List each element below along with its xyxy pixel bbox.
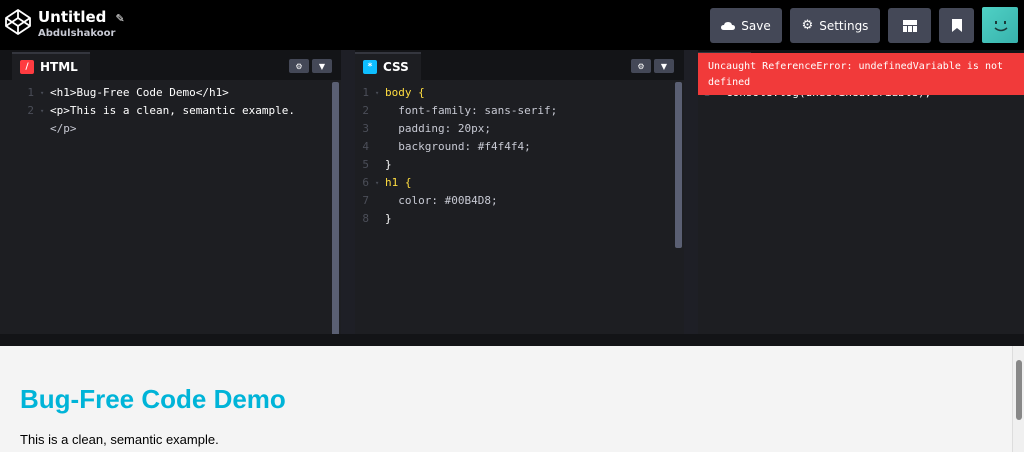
- html-code[interactable]: 1 ▾ <h1>Bug-Free Code Demo</h1> 2 ▾ <p>This …: [0, 84, 295, 138]
- avatar-face-icon: [994, 21, 1008, 32]
- code-line: 1 ▾ <h1>Bug-Free Code Demo</h1>: [0, 84, 295, 102]
- bookmark-icon: [951, 19, 962, 32]
- code-line: 2 ▾ <p>This is a clean, semantic example.: [0, 102, 295, 120]
- css-settings-button[interactable]: ⚙: [631, 59, 651, 73]
- fold-arrow-icon[interactable]: ▾: [40, 84, 50, 102]
- code-line: 1 ▾ body {: [335, 84, 557, 102]
- html-settings-button[interactable]: ⚙: [289, 59, 309, 73]
- preview-scrollbar[interactable]: [1012, 346, 1024, 452]
- preview-paragraph: This is a clean, semantic example.: [20, 432, 219, 447]
- chevron-down-icon: ▼: [318, 61, 326, 71]
- save-label: Save: [741, 18, 771, 33]
- author-name[interactable]: Abdulshakoor: [38, 28, 125, 39]
- code-line: 7 color: #00B4D8;: [362, 194, 498, 207]
- chevron-down-icon: ▼: [660, 61, 668, 71]
- html-tab-bar: / HTML ⚙ ▼: [0, 50, 341, 80]
- avatar[interactable]: [982, 7, 1018, 43]
- html-collapse-button[interactable]: ▼: [312, 59, 332, 73]
- code-line: 8}: [362, 212, 392, 225]
- bookmark-button[interactable]: [939, 8, 974, 43]
- codepen-logo-icon[interactable]: [4, 8, 32, 36]
- html-editor-panel: / HTML ⚙ ▼ 1 ▾ <h1>Bug-Free Code Demo</h1>…: [0, 50, 341, 348]
- css-tab-label: CSS: [383, 60, 409, 74]
- save-button[interactable]: Save: [710, 8, 782, 43]
- change-view-button[interactable]: [888, 8, 931, 43]
- code-line: 5}: [362, 158, 392, 171]
- css-tab[interactable]: * CSS: [355, 52, 421, 80]
- settings-label: Settings: [819, 18, 869, 33]
- settings-button[interactable]: ⚙ Settings: [790, 8, 880, 43]
- code-line: 6 ▾ h1 {: [335, 174, 557, 192]
- code-line: </p>: [50, 122, 77, 135]
- css-badge-icon: *: [363, 60, 377, 74]
- top-bar: Untitled ✎ Abdulshakoor Save ⚙ Settings: [0, 0, 1024, 50]
- fold-arrow-icon[interactable]: ▾: [375, 84, 385, 102]
- gear-icon: ⚙: [637, 61, 645, 71]
- preview-pane: Bug-Free Code Demo This is a clean, sema…: [0, 346, 1024, 452]
- preview-resize-handle[interactable]: [0, 334, 1024, 346]
- html-badge-icon: /: [20, 60, 34, 74]
- gear-icon: ⚙: [295, 61, 303, 71]
- fold-arrow-icon[interactable]: ▾: [40, 102, 50, 120]
- html-tab-label: HTML: [40, 60, 78, 74]
- css-editor-panel: * CSS ⚙ ▼ 1 ▾ body { 2 font-family: sans-s…: [355, 50, 684, 334]
- code-line: 2 font-family: sans-serif;: [362, 104, 558, 117]
- js-error-banner: Uncaught ReferenceError: undefinedVariab…: [698, 53, 1024, 95]
- code-line: 4 background: #f4f4f4;: [362, 140, 531, 153]
- preview-scrollbar-thumb[interactable]: [1016, 360, 1022, 420]
- pencil-icon[interactable]: ✎: [116, 12, 125, 25]
- layout-icon: [902, 19, 917, 32]
- preview-heading: Bug-Free Code Demo: [20, 384, 286, 414]
- css-code[interactable]: 1 ▾ body { 2 font-family: sans-serif; 3 pa…: [335, 84, 557, 228]
- cloud-icon: [721, 21, 736, 30]
- code-line: 3 padding: 20px;: [362, 122, 491, 135]
- css-tab-bar: * CSS ⚙ ▼: [355, 50, 684, 80]
- fold-arrow-icon[interactable]: ▾: [375, 174, 385, 192]
- css-collapse-button[interactable]: ▼: [654, 59, 674, 73]
- gear-icon: ⚙: [801, 18, 814, 33]
- pen-title[interactable]: Untitled: [38, 8, 106, 26]
- html-tab[interactable]: / HTML: [12, 52, 90, 80]
- css-scrollbar[interactable]: [675, 82, 682, 248]
